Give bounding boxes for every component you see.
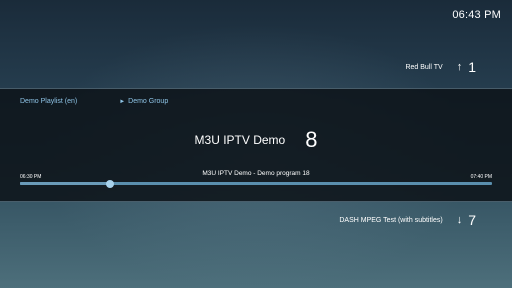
group-crumb[interactable]: ► Demo Group bbox=[119, 98, 168, 105]
play-triangle-icon: ► bbox=[119, 98, 126, 105]
arrow-down-icon: ↓ bbox=[456, 214, 463, 226]
next-channel-name: DASH MPEG Test (with subtitles) bbox=[339, 216, 443, 224]
program-progress-bar[interactable] bbox=[20, 179, 492, 188]
breadcrumb: Demo Playlist (en) ► Demo Group bbox=[20, 98, 168, 105]
arrow-up-icon: ↑ bbox=[456, 61, 463, 73]
next-channel-number: 7 bbox=[468, 212, 476, 228]
previous-channel[interactable]: Red Bull TV ↑ 1 bbox=[405, 59, 476, 75]
progress-fill bbox=[20, 182, 110, 185]
current-channel: M3U IPTV Demo 8 bbox=[0, 127, 512, 153]
previous-channel-number: 1 bbox=[468, 59, 476, 75]
program-info: 06:30 PM M3U IPTV Demo - Demo program 18… bbox=[20, 169, 492, 180]
program-title: M3U IPTV Demo - Demo program 18 bbox=[202, 170, 310, 177]
channel-info-panel: Demo Playlist (en) ► Demo Group M3U IPTV… bbox=[0, 88, 512, 202]
previous-channel-name: Red Bull TV bbox=[405, 63, 443, 71]
program-end-time: 07:40 PM bbox=[470, 174, 492, 180]
clock: 06:43 PM bbox=[452, 9, 501, 21]
playlist-name[interactable]: Demo Playlist (en) bbox=[20, 98, 77, 105]
group-name: Demo Group bbox=[128, 98, 169, 105]
next-channel[interactable]: DASH MPEG Test (with subtitles) ↓ 7 bbox=[339, 212, 476, 228]
channel-number: 8 bbox=[305, 127, 318, 152]
progress-knob[interactable] bbox=[105, 179, 114, 188]
channel-name: M3U IPTV Demo bbox=[194, 133, 286, 147]
